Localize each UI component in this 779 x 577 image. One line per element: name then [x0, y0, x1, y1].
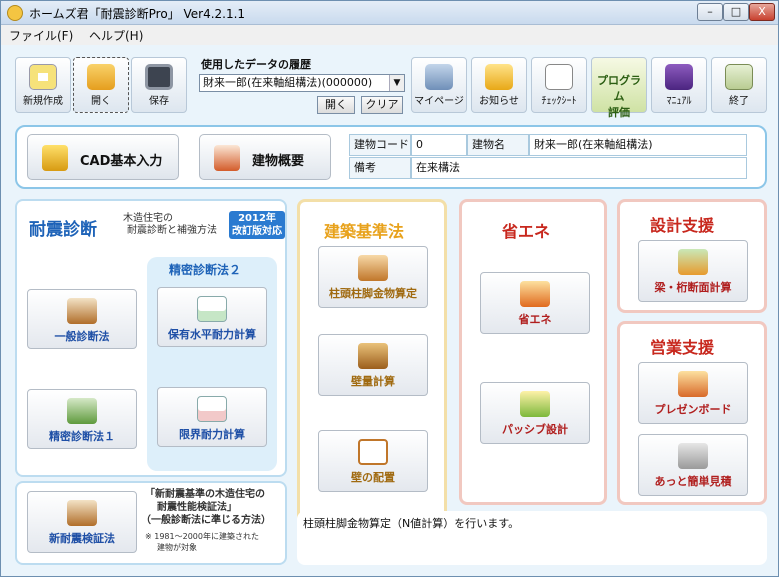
- toolbar: 新規作成 開く 保存 使用したデータの履歴 財来一郎(在来軸組構法)(00000…: [9, 51, 767, 119]
- new-file-icon: [29, 64, 57, 90]
- manual-button[interactable]: ﾏﾆｭｱﾙ: [651, 57, 707, 113]
- folder-icon: [87, 64, 115, 90]
- notice-button[interactable]: お知らせ: [471, 57, 527, 113]
- minimize-button[interactable]: –: [697, 3, 723, 21]
- seismic-sub2: 耐震診断と補強方法: [127, 225, 217, 236]
- new-seismic-panel: 新耐震検証法 「新耐震基準の木造住宅の 耐震性能検証法」 （一般診断法に準じる方…: [15, 481, 287, 565]
- floppy-icon: [145, 64, 173, 90]
- sales-support-title: 営業支援: [650, 338, 715, 357]
- building-info-bar: CAD基本入力 建物概要 建物コード 0 建物名 財来一郎(在来軸組構法) 備考…: [15, 125, 767, 189]
- history-open-button[interactable]: 開く: [317, 96, 355, 114]
- wall-quantity-button[interactable]: 壁量計算: [318, 334, 428, 396]
- mypage-button[interactable]: マイページ: [411, 57, 467, 113]
- cad-input-button[interactable]: CAD基本入力: [27, 134, 179, 180]
- new-seismic-note2: 建物が対象: [157, 543, 197, 552]
- passive-house-icon: [520, 391, 550, 417]
- house-magnifier-icon: [67, 298, 97, 324]
- horizontal-capacity-button[interactable]: 保有水平耐力計算: [157, 287, 267, 347]
- presentation-board-button[interactable]: プレゼンボード: [638, 362, 748, 424]
- note-field[interactable]: 在来構法: [411, 157, 747, 179]
- building-standards-title: 建築基準法: [324, 222, 405, 241]
- beam-section-button[interactable]: 梁・桁断面計算: [638, 240, 748, 302]
- close-button[interactable]: X: [749, 3, 775, 21]
- column-icon: [358, 255, 388, 281]
- limit-strength-button[interactable]: 限界耐力計算: [157, 387, 267, 447]
- checklist-icon: [545, 64, 573, 90]
- app-window: ホームズ君「耐震診断Pro」 Ver4.2.1.1 – □ X ファイル(F) …: [0, 0, 779, 577]
- easy-estimate-button[interactable]: あっと簡単見積: [638, 434, 748, 496]
- new-seismic-desc1: 「新耐震基準の木造住宅の: [145, 489, 265, 500]
- book-icon: [665, 64, 693, 90]
- new-seismic-desc2: 耐震性能検証法」: [157, 502, 237, 513]
- exit-door-icon: [725, 64, 753, 90]
- energy-saving-title: 省エネ: [502, 222, 551, 241]
- energy-saving-panel: 省エネ 省エネ パッシブ設計: [459, 199, 607, 505]
- revision-badge: 2012年 改訂版対応: [229, 211, 285, 239]
- note-label: 備考: [349, 157, 411, 179]
- precise-diagnosis-1-button[interactable]: 精密診断法１: [27, 389, 137, 449]
- wall-layout-button[interactable]: 壁の配置: [318, 430, 428, 492]
- title-bar: ホームズ君「耐震診断Pro」 Ver4.2.1.1 – □ X: [1, 1, 778, 25]
- beam-load-icon: [678, 249, 708, 275]
- history-clear-button[interactable]: クリア: [361, 96, 403, 114]
- chevron-down-icon[interactable]: ▼: [389, 75, 404, 91]
- building-name-label: 建物名: [467, 134, 529, 156]
- person-icon: [425, 64, 453, 90]
- building-code-field[interactable]: 0: [411, 134, 467, 156]
- app-icon: [7, 5, 23, 21]
- presentation-icon: [678, 371, 708, 397]
- menu-help[interactable]: ヘルプ(H): [89, 27, 143, 44]
- building-standards-panel: 建築基準法 柱頭柱脚金物算定 壁量計算 壁の配置: [297, 199, 447, 564]
- megaphone-icon: [485, 64, 513, 90]
- new-seismic-verification-button[interactable]: 新耐震検証法: [27, 491, 137, 553]
- sun-house-icon: [520, 281, 550, 307]
- wall-frame-icon: [358, 343, 388, 369]
- seismic-sub1: 木造住宅の: [123, 213, 173, 224]
- building-name-field[interactable]: 財来一郎(在来軸組構法): [529, 134, 747, 156]
- status-message: 柱頭柱脚金物算定（N値計算）を行います。: [303, 517, 520, 530]
- history-dropdown[interactable]: 財来一郎(在来軸組構法)(000000) ▼: [199, 74, 405, 92]
- column-hardware-button[interactable]: 柱頭柱脚金物算定: [318, 246, 428, 308]
- open-button[interactable]: 開く: [73, 57, 129, 113]
- seismic-title: 耐震診断: [29, 220, 97, 240]
- history-value: 財来一郎(在来軸組構法)(000000): [203, 76, 373, 89]
- house-chart-icon: [67, 398, 97, 424]
- program-eval-button[interactable]: プログラム 評価: [591, 57, 647, 119]
- precise-diagnosis-2-title: 精密診断法２: [169, 263, 242, 277]
- maximize-button[interactable]: □: [723, 3, 749, 21]
- new-seismic-desc3: （一般診断法に準じる方法）: [141, 515, 271, 526]
- house-magnifier-icon: [67, 500, 97, 526]
- house-icon: [214, 145, 240, 171]
- save-button[interactable]: 保存: [131, 57, 187, 113]
- history-label: 使用したデータの履歴: [201, 58, 311, 71]
- window-title: ホームズ君「耐震診断Pro」 Ver4.2.1.1: [29, 7, 246, 21]
- sales-support-panel: 営業支援 プレゼンボード あっと簡単見積: [617, 321, 767, 505]
- building-code-label: 建物コード: [349, 134, 411, 156]
- limit-chart-icon: [197, 396, 227, 422]
- ruler-icon: [42, 145, 68, 171]
- status-message-box: 柱頭柱脚金物算定（N値計算）を行います。: [297, 511, 767, 565]
- precise-diagnosis-2-group: 精密診断法２ 保有水平耐力計算 限界耐力計算: [147, 257, 277, 471]
- building-overview-button[interactable]: 建物概要: [199, 134, 331, 180]
- design-support-title: 設計支援: [650, 216, 715, 235]
- checksheet-button[interactable]: ﾁｪｯｸｼｰﾄ: [531, 57, 587, 113]
- exit-button[interactable]: 終了: [711, 57, 767, 113]
- general-diagnosis-button[interactable]: 一般診断法: [27, 289, 137, 349]
- energy-saving-button[interactable]: 省エネ: [480, 272, 590, 334]
- grid-layout-icon: [358, 439, 388, 465]
- curve-chart-icon: [197, 296, 227, 322]
- menu-file[interactable]: ファイル(F): [9, 27, 73, 44]
- design-support-panel: 設計支援 梁・桁断面計算: [617, 199, 767, 313]
- menu-bar: ファイル(F) ヘルプ(H): [1, 25, 778, 45]
- new-button[interactable]: 新規作成: [15, 57, 71, 113]
- calculator-icon: [678, 443, 708, 469]
- passive-design-button[interactable]: パッシブ設計: [480, 382, 590, 444]
